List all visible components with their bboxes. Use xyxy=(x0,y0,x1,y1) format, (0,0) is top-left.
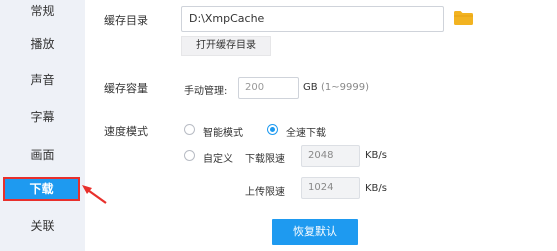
upload-limit-unit: KB/s xyxy=(365,183,387,194)
speed-mode-label: 速度模式 xyxy=(104,125,148,138)
download-limit-label: 下载限速 xyxy=(245,154,285,165)
upload-limit-input[interactable]: 1024 xyxy=(301,177,360,199)
smart-mode-label[interactable]: 智能模式 xyxy=(203,124,243,139)
full-speed-label[interactable]: 全速下载 xyxy=(286,124,326,139)
upload-limit-label: 上传限速 xyxy=(245,187,285,198)
cache-dir-input[interactable]: D:\XmpCache xyxy=(181,6,444,32)
restore-defaults-button[interactable]: 恢复默认 xyxy=(272,219,358,245)
download-limit-input[interactable]: 2048 xyxy=(301,145,360,167)
sidebar-item-sound[interactable]: 声音 xyxy=(0,69,85,91)
cache-dir-label: 缓存目录 xyxy=(104,14,148,27)
smart-mode-radio[interactable] xyxy=(184,124,195,135)
custom-mode-radio[interactable] xyxy=(184,150,195,161)
folder-icon[interactable] xyxy=(454,11,473,25)
open-cache-dir-button[interactable]: 打开缓存目录 xyxy=(181,36,271,56)
custom-mode-label[interactable]: 自定义 xyxy=(203,150,233,165)
cache-size-input[interactable]: 200 xyxy=(238,77,299,99)
manual-manage-label: 手动管理: xyxy=(184,86,228,97)
download-limit-unit: KB/s xyxy=(365,150,387,161)
sidebar-item-playback[interactable]: 播放 xyxy=(0,33,85,55)
cache-size-label: 缓存容量 xyxy=(104,82,148,95)
full-speed-radio[interactable] xyxy=(267,124,278,135)
sidebar-item-download[interactable]: 下载 xyxy=(3,177,80,201)
settings-sidebar: 常规 播放 声音 字幕 画面 下载 关联 xyxy=(0,0,85,251)
sidebar-item-picture[interactable]: 画面 xyxy=(0,144,85,166)
sidebar-item-association[interactable]: 关联 xyxy=(0,215,85,237)
cache-size-unit: GB xyxy=(303,82,318,93)
cache-size-range: (1~9999) xyxy=(321,82,369,93)
sidebar-item-subtitles[interactable]: 字幕 xyxy=(0,106,85,128)
sidebar-item-general[interactable]: 常规 xyxy=(0,0,85,22)
highlight-arrow-icon xyxy=(82,185,107,204)
